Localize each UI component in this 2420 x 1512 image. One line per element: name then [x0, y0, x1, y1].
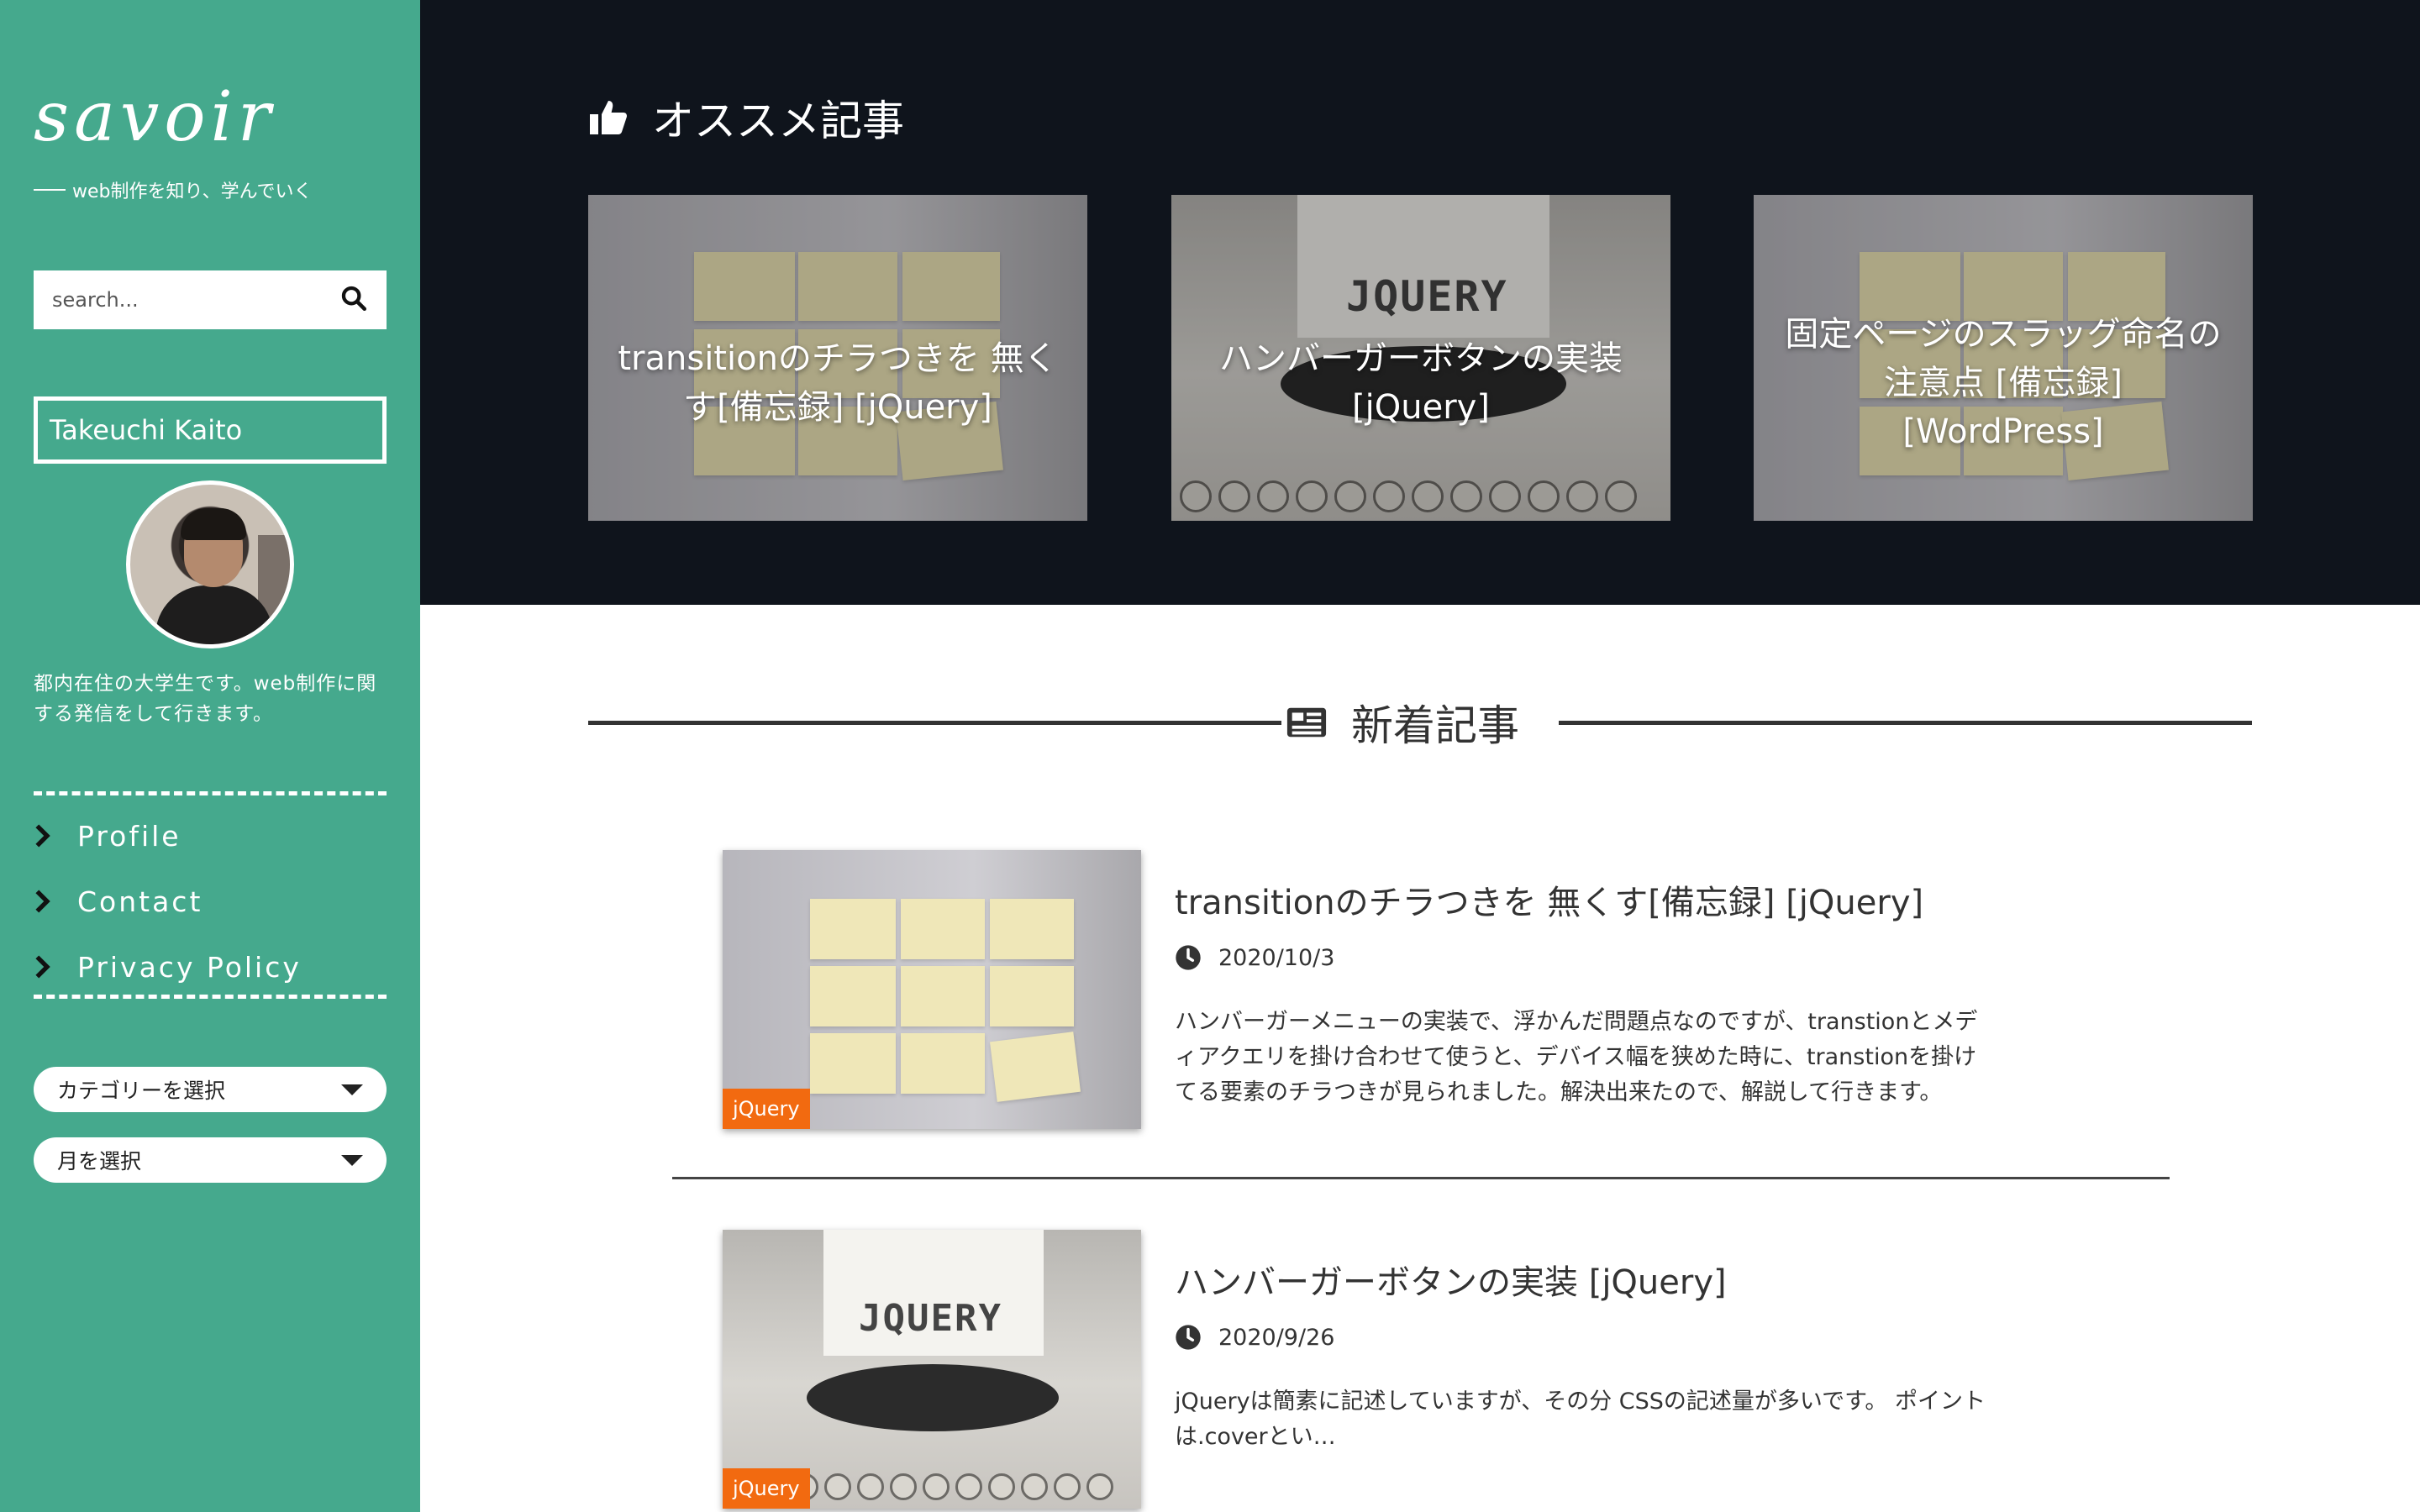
heading-rule-right [1559, 721, 2252, 725]
tagline-text: web制作を知り、学んでいく [72, 181, 313, 202]
sidebar-item-privacy-policy[interactable]: Privacy Policy [34, 934, 387, 1000]
post-title[interactable]: ハンバーガーボタンの実装 [jQuery] [1175, 1255, 1727, 1304]
dropdown-arrow-icon [341, 1154, 363, 1166]
dropdown-arrow-icon [341, 1084, 363, 1095]
featured-card-title: transitionのチラつきを 無くす[備忘録] [jQuery] [618, 339, 1058, 427]
sidebar: savoir web制作を知り、学んでいく Takeuchi Kaito 都内在… [0, 0, 420, 1512]
featured-card-title: 固定ページのスラッグ命名の注意点 [備忘録] [WordPress] [1785, 315, 2222, 451]
post-title[interactable]: transitionのチラつきを 無くす[備忘録] [jQuery] [1175, 875, 1923, 924]
nav-divider-bottom [34, 995, 387, 999]
post-date: 2020/10/3 [1175, 944, 1334, 971]
tagline-dash [34, 189, 66, 191]
category-select[interactable]: カテゴリーを選択 [34, 1067, 387, 1112]
post-excerpt-line: てる要素のチラつきが見られました。解決出来たので、解説して行きます。 [1175, 1079, 1943, 1105]
thumbs-up-icon [590, 101, 627, 134]
search-input[interactable] [52, 288, 321, 312]
post-date-text: 2020/9/26 [1218, 1324, 1335, 1351]
author-name: Takeuchi Kaito [34, 396, 387, 464]
site-logo[interactable]: savoir [34, 77, 276, 157]
sidebar-item-contact[interactable]: Contact [34, 869, 387, 934]
sidebar-nav: Profile Contact Privacy Policy [34, 803, 387, 1000]
category-tag[interactable]: jQuery [723, 1468, 810, 1509]
newspaper-icon [1286, 707, 1327, 738]
post-excerpt: jQueryは簡素に記述していますが、その分 CSSの記述量が多いです。 ポイン… [1175, 1384, 2015, 1455]
post-separator [672, 1177, 2170, 1179]
post-thumbnail[interactable]: jQuery [723, 850, 1141, 1129]
category-select-label: カテゴリーを選択 [57, 1079, 226, 1103]
avatar [126, 480, 294, 648]
post-excerpt-line: ィアクエリを掛け合わせて使うと、デバイス幅を狭めた時に、transtionを掛け [1175, 1044, 1977, 1070]
post-excerpt: ハンバーガーメニューの実装で、浮かんだ問題点なのですが、transtionとメデ… [1175, 1005, 2015, 1110]
chevron-right-icon [35, 824, 50, 848]
author-bio: 都内在住の大学生です。web制作に関する発信をして行きます。 [34, 673, 377, 725]
featured-card[interactable]: 固定ページのスラッグ命名の注意点 [備忘録] [WordPress] [1754, 195, 2253, 521]
chevron-right-icon [35, 890, 50, 913]
new-posts-heading-text: 新着記事 [1351, 701, 1519, 750]
search-box [34, 270, 387, 329]
featured-heading: オススメ記事 [588, 87, 904, 148]
sidebar-item-profile[interactable]: Profile [34, 803, 387, 869]
post-date: 2020/9/26 [1175, 1324, 1334, 1351]
post-item: JQUERY jQuery ハンバーガーボタンの実装 [jQuery] 2020… [723, 1230, 2067, 1512]
month-select[interactable]: 月を選択 [34, 1137, 387, 1183]
featured-card[interactable]: transitionのチラつきを 無くす[備忘録] [jQuery] [588, 195, 1087, 521]
post-excerpt-line: ハンバーガーメニューの実装で、浮かんだ問題点なのですが、transtionとメデ [1175, 1009, 1978, 1035]
heading-rule-left [588, 721, 1281, 725]
site-tagline: web制作を知り、学んでいく [34, 176, 313, 203]
month-select-label: 月を選択 [57, 1149, 142, 1173]
search-icon[interactable] [339, 284, 368, 316]
category-tag[interactable]: jQuery [723, 1089, 810, 1129]
post-thumbnail[interactable]: JQUERY jQuery [723, 1230, 1141, 1509]
clock-icon [1176, 1325, 1201, 1350]
typewriter-paper-text: JQUERY [859, 1297, 1002, 1340]
sidebar-item-label: Profile [77, 819, 182, 853]
featured-section: オススメ記事 transitionのチラつきを 無くす[備忘録] [jQuery… [420, 0, 2420, 605]
featured-card-title: ハンバーガーボタンの実装 [jQuery] [1219, 339, 1623, 427]
post-item: jQuery transitionのチラつきを 無くす[備忘録] [jQuery… [723, 850, 2067, 1136]
post-excerpt-line: jQueryは簡素に記述していますが、その分 CSSの記述量が多いです。 ポイン… [1175, 1389, 1986, 1415]
new-posts-heading: 新着記事 [588, 697, 2252, 750]
post-excerpt-line: は.coverとい… [1175, 1424, 1336, 1450]
chevron-right-icon [35, 955, 50, 979]
clock-icon [1176, 945, 1201, 970]
nav-divider-top [34, 791, 387, 795]
post-date-text: 2020/10/3 [1218, 944, 1335, 971]
new-posts-heading-label: 新着記事 [1286, 697, 1519, 750]
featured-heading-text: オススメ記事 [652, 97, 904, 145]
featured-card[interactable]: JQUERY ハンバーガーボタンの実装 [jQuery] [1171, 195, 1670, 521]
sidebar-item-label: Contact [77, 885, 203, 918]
sidebar-item-label: Privacy Policy [77, 950, 302, 984]
